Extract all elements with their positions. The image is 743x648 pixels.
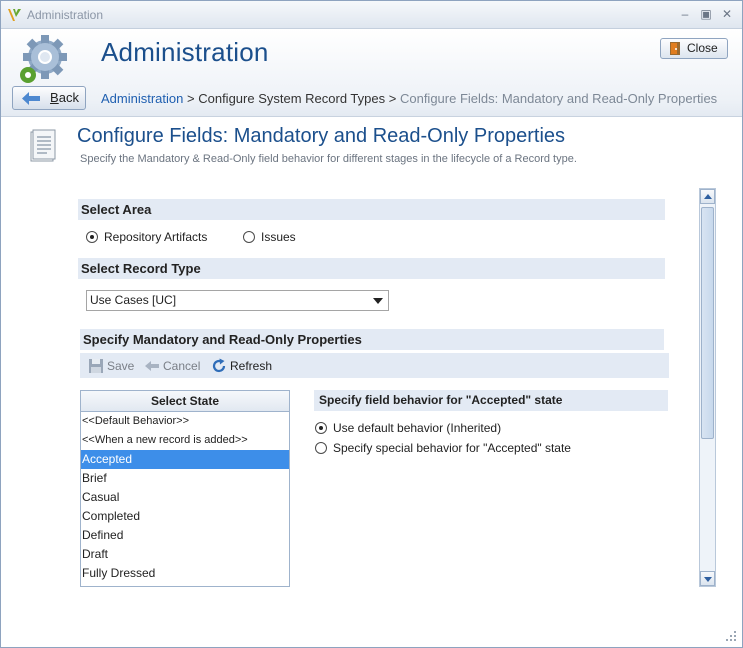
back-button-label: ack xyxy=(58,90,79,105)
document-icon xyxy=(30,129,56,162)
refresh-icon xyxy=(212,358,226,372)
breadcrumb: Administration > Configure System Record… xyxy=(101,91,717,106)
list-item[interactable]: Defined xyxy=(81,526,289,545)
scroll-up-button[interactable] xyxy=(700,189,715,204)
scroll-down-button[interactable] xyxy=(700,571,715,586)
window-close-icon[interactable]: ✕ xyxy=(719,7,735,21)
list-item[interactable]: Fully Dressed xyxy=(81,564,289,583)
refresh-label: Refresh xyxy=(230,358,273,373)
state-list-heading: Select State xyxy=(81,391,289,412)
list-item[interactable]: Completed xyxy=(81,507,289,526)
back-arrow-icon xyxy=(22,92,40,105)
list-item[interactable]: Casual xyxy=(81,488,289,507)
title-bar[interactable]: Administration – ▣ ✕ xyxy=(1,1,742,29)
maximize-icon[interactable]: ▣ xyxy=(698,7,714,21)
select-area-heading: Select Area xyxy=(78,199,665,220)
radio-issues[interactable]: Issues xyxy=(243,230,296,244)
list-item[interactable]: <<Default Behavior>> xyxy=(81,412,289,431)
breadcrumb-current: Configure Fields: Mandatory and Read-Onl… xyxy=(399,91,718,106)
radio-label: Use default behavior (Inherited) xyxy=(333,421,502,435)
breadcrumb-link-administration[interactable]: Administration xyxy=(101,91,183,106)
radio-label: Issues xyxy=(261,230,296,244)
minimize-icon[interactable]: – xyxy=(677,7,693,21)
radio-label: Repository Artifacts xyxy=(104,230,208,244)
chevron-down-icon xyxy=(704,577,712,582)
radio-special-behavior[interactable]: Specify special behavior for "Accepted" … xyxy=(315,441,571,455)
back-button-mnemonic: B xyxy=(50,90,59,105)
app-logo-icon xyxy=(8,9,21,21)
vertical-scrollbar[interactable] xyxy=(699,188,716,587)
gear-icon xyxy=(20,35,67,83)
page-title: Administration xyxy=(101,37,269,67)
admin-window: Administration – ▣ ✕ Administration Clos… xyxy=(0,0,743,648)
page-header: Administration Close Back Administration… xyxy=(1,29,742,117)
radio-dot[interactable] xyxy=(315,422,327,434)
radio-dot[interactable] xyxy=(243,231,255,243)
breadcrumb-link-record-types[interactable]: Configure System Record Types xyxy=(198,91,385,106)
cancel-button[interactable]: Cancel xyxy=(144,353,200,378)
breadcrumb-separator: > xyxy=(187,91,195,106)
radio-dot[interactable] xyxy=(315,442,327,454)
radio-label: Specify special behavior for "Accepted" … xyxy=(333,441,571,455)
door-icon xyxy=(670,42,680,55)
back-button[interactable]: Back xyxy=(12,86,86,110)
radio-use-default-behavior[interactable]: Use default behavior (Inherited) xyxy=(315,421,501,435)
section-description: Specify the Mandatory & Read-Only field … xyxy=(80,153,577,165)
cancel-label: Cancel xyxy=(163,358,201,373)
save-icon xyxy=(89,358,103,373)
state-list[interactable]: Select State <<Default Behavior>> <<When… xyxy=(80,390,290,587)
properties-toolbar: Save Cancel Refresh xyxy=(80,353,669,378)
radio-dot[interactable] xyxy=(86,231,98,243)
refresh-button[interactable]: Refresh xyxy=(211,353,272,378)
radio-repository-artifacts[interactable]: Repository Artifacts xyxy=(86,230,207,244)
close-button[interactable]: Close xyxy=(660,38,728,59)
list-item[interactable]: Draft xyxy=(81,545,289,564)
save-label: Save xyxy=(107,358,135,373)
cancel-icon xyxy=(145,360,159,371)
list-item[interactable]: Brief xyxy=(81,469,289,488)
behavior-heading: Specify field behavior for "Accepted" st… xyxy=(314,390,668,411)
properties-heading: Specify Mandatory and Read-Only Properti… xyxy=(80,329,664,350)
record-type-dropdown[interactable]: Use Cases [UC] xyxy=(86,290,389,311)
record-type-value: Use Cases [UC] xyxy=(90,293,177,307)
window-title: Administration xyxy=(27,8,104,22)
scrollbar-thumb[interactable] xyxy=(701,207,714,439)
chevron-down-icon[interactable] xyxy=(373,298,383,304)
select-record-type-heading: Select Record Type xyxy=(78,258,665,279)
list-item[interactable]: <<When a new record is added>> xyxy=(81,431,289,450)
resize-grip-icon[interactable] xyxy=(725,630,737,642)
section-title: Configure Fields: Mandatory and Read-Onl… xyxy=(77,125,566,147)
chevron-up-icon xyxy=(704,194,712,199)
breadcrumb-separator: > xyxy=(388,91,397,106)
save-button[interactable]: Save xyxy=(88,353,134,378)
close-button-label: Close xyxy=(687,41,718,55)
list-item-selected[interactable]: Accepted xyxy=(81,450,289,469)
